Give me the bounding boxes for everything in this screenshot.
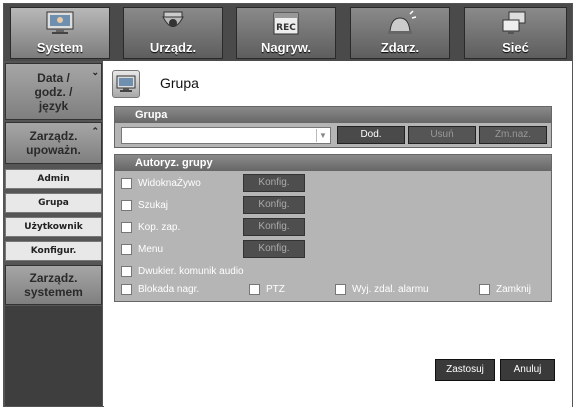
option-label: PTZ (266, 284, 285, 295)
option-label: Zamknij (496, 284, 532, 295)
sidebar: ⌄ Data / godz. / język ⌃ Zarządz. upoważ… (4, 61, 103, 407)
perm-row-live: WidoknaŻywo (121, 175, 201, 191)
sidebar-group-label: Zarządz. upoważn. (26, 129, 81, 157)
group-page-icon (112, 70, 140, 98)
option-record-lock: Blokada nagr. (121, 284, 199, 295)
tab-label: Sieć (502, 40, 529, 55)
perm-row-two-way-audio: Dwukier. komunik audio (121, 263, 244, 279)
apply-button[interactable]: Zastosuj (435, 359, 495, 381)
tab-label: Urządz. (149, 40, 197, 55)
authority-panel-header: Autoryz. grupy (115, 155, 551, 171)
group-authority-panel: Autoryz. grupy WidoknaŻywo Konfig. Szuka… (114, 154, 552, 302)
option-label: Wyj. zdal. alarmu (352, 284, 429, 295)
perm-label: WidoknaŻywo (138, 177, 201, 189)
page-title: Grupa (160, 75, 199, 91)
checkbox[interactable] (479, 284, 490, 295)
group-select-row: ▼ Dod. Usuń Zm.naz. (115, 124, 551, 146)
cancel-button[interactable]: Anuluj (500, 359, 555, 381)
option-ptz: PTZ (249, 284, 285, 295)
option-label: Blokada nagr. (138, 284, 200, 295)
sidebar-item-user[interactable]: Użytkownik (5, 217, 102, 237)
checkbox[interactable] (121, 177, 132, 189)
chevron-down-icon: ▼ (316, 129, 329, 142)
perm-row-search: Szukaj (121, 197, 168, 213)
konfig-backup-button[interactable]: Konfig. (243, 218, 305, 236)
group-panel: Grupa ▼ Dod. Usuń Zm.naz. (114, 106, 552, 148)
sidebar-group-label: Zarządz. systemem (24, 271, 83, 299)
checkbox[interactable] (121, 221, 132, 233)
sidebar-item-group[interactable]: Grupa (5, 193, 102, 213)
main-content: Grupa Grupa ▼ Dod. Usuń Zm.naz. Autoryz.… (104, 61, 572, 407)
tab-label: System (36, 40, 84, 55)
tab-device[interactable]: Urządz. (123, 7, 223, 59)
alarm-icon (380, 8, 420, 38)
tab-system[interactable]: System (10, 7, 110, 59)
konfig-live-button[interactable]: Konfig. (243, 174, 305, 192)
camera-icon (153, 8, 193, 38)
sidebar-group-datetime-language[interactable]: ⌄ Data / godz. / język (5, 63, 102, 120)
top-tab-bar: System Urządz. REC Nagryw. Zdarz. Sieć (4, 4, 572, 61)
option-remote-alarm-out: Wyj. zdal. alarmu (335, 284, 429, 295)
option-shutdown: Zamknij (479, 284, 531, 295)
perm-label: Menu (138, 243, 164, 255)
checkbox[interactable] (121, 265, 132, 277)
svg-text:REC: REC (276, 23, 296, 33)
perm-label: Dwukier. komunik audio (138, 265, 244, 277)
perm-row-menu: Menu (121, 241, 163, 257)
checkbox[interactable] (121, 284, 132, 295)
app-window: System Urządz. REC Nagryw. Zdarz. Sieć ⌄… (3, 3, 573, 407)
monitor-icon (40, 8, 80, 38)
add-group-button[interactable]: Dod. (337, 126, 405, 144)
sidebar-group-label: Data / godz. / język (34, 70, 73, 113)
sidebar-group-system-management[interactable]: Zarządz. systemem (5, 265, 102, 305)
sidebar-group-authority[interactable]: ⌃ Zarządz. upoważn. (5, 122, 102, 164)
checkbox[interactable] (121, 199, 132, 211)
checkbox[interactable] (335, 284, 346, 295)
konfig-menu-button[interactable]: Konfig. (243, 240, 305, 258)
rec-calendar-icon: REC (266, 8, 306, 38)
perm-row-backup: Kop. zap. (121, 219, 180, 235)
tab-network[interactable]: Sieć (464, 7, 567, 59)
sidebar-item-config[interactable]: Konfigur. (5, 241, 102, 261)
checkbox[interactable] (121, 243, 132, 255)
chevron-down-icon: ⌄ (91, 67, 99, 77)
network-icon (496, 8, 536, 38)
perm-label: Szukaj (138, 199, 169, 211)
group-select[interactable]: ▼ (121, 127, 331, 144)
checkbox[interactable] (249, 284, 260, 295)
sidebar-item-admin[interactable]: Admin (5, 169, 102, 189)
group-panel-header: Grupa (115, 107, 551, 123)
perm-label: Kop. zap. (138, 221, 181, 233)
sidebar-filler (5, 306, 102, 406)
konfig-search-button[interactable]: Konfig. (243, 196, 305, 214)
tab-events[interactable]: Zdarz. (350, 7, 450, 59)
tab-label: Zdarz. (380, 40, 420, 55)
delete-group-button[interactable]: Usuń (408, 126, 476, 144)
tab-record[interactable]: REC Nagryw. (236, 7, 336, 59)
chevron-up-icon: ⌃ (91, 126, 99, 136)
rename-group-button[interactable]: Zm.naz. (479, 126, 547, 144)
tab-label: Nagryw. (260, 40, 312, 55)
